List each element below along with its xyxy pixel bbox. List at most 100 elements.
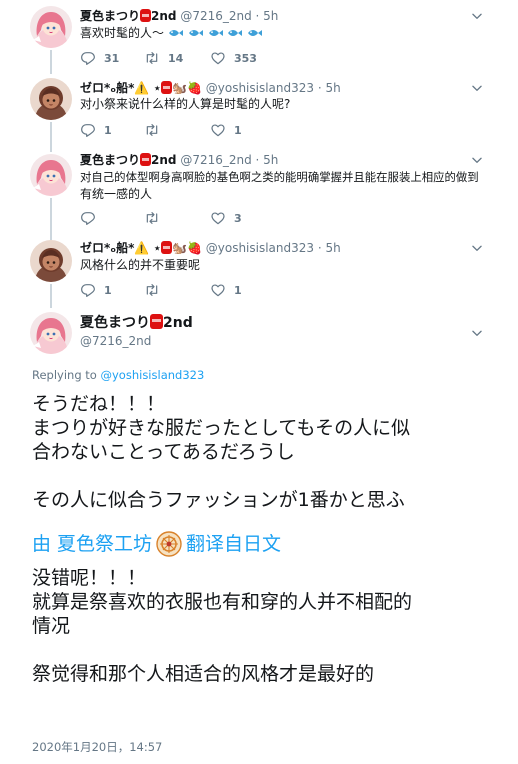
display-name[interactable]: 夏色まつり xyxy=(80,153,140,167)
lantern-emoji-icon xyxy=(140,153,152,166)
tweet-header: 夏色まつり 2nd @7216_2nd · 5h xyxy=(80,152,278,168)
like-button[interactable]: 1 xyxy=(210,122,242,138)
retweet-icon xyxy=(144,122,160,138)
heart-icon xyxy=(210,50,226,66)
tweet-text-line: 对自己的体型啊身高啊脸的基色啊之类的能明确掌握并且能在服装上相应的做到 xyxy=(80,170,479,184)
tweet-body-line: 合わないことってあるだろうし xyxy=(32,441,295,463)
like-count: 1 xyxy=(234,283,242,297)
lantern-emoji-icon xyxy=(140,9,152,22)
replying-to-link[interactable]: @yoshisisland323 xyxy=(101,368,205,382)
translation-attribution[interactable]: 由 夏色祭工坊 翻译自日文 xyxy=(32,531,281,557)
display-name-suffix: 2nd xyxy=(151,153,177,167)
like-count: 1 xyxy=(234,123,242,137)
lantern-emoji-icon xyxy=(161,81,173,94)
chevron-down-icon[interactable] xyxy=(470,326,484,340)
chevron-down-icon[interactable] xyxy=(470,153,484,167)
thread-tweet[interactable]: ゼロ*ₒ船*⚠️ ⋆ 🐿️🍓 @yoshisisland323 · 5h 风格什么… xyxy=(0,236,518,308)
tweet-text: 喜欢时髦的人～ xyxy=(80,25,480,42)
lantern-emoji-icon xyxy=(161,241,173,254)
display-name[interactable]: ゼロ*ₒ船*⚠️ ⋆ xyxy=(80,81,161,95)
reply-count: 1 xyxy=(104,123,112,137)
tweet-text: 对小祭来说什么样的人算是时髦的人呢? xyxy=(80,97,291,111)
reply-icon xyxy=(80,50,96,66)
tweet-text: 对自己的体型啊身高啊脸的基色啊之类的能明确掌握并且能在服装上相应的做到 有统一感… xyxy=(80,169,500,203)
retweet-button[interactable] xyxy=(144,210,168,226)
avatar[interactable] xyxy=(30,6,72,48)
avatar[interactable] xyxy=(30,78,72,120)
handle[interactable]: @yoshisisland323 · 5h xyxy=(206,81,341,95)
main-display-name-suffix: 2nd xyxy=(163,315,193,331)
translation-label: 翻译自日文 xyxy=(186,533,282,555)
tweet-body-line: まつりが好きな服だったとしてもその人に似 xyxy=(32,417,411,439)
retweet-icon xyxy=(144,282,160,298)
heart-icon xyxy=(210,210,226,226)
avatar[interactable] xyxy=(30,240,72,282)
like-button[interactable]: 1 xyxy=(210,282,242,298)
tweet-body-line: そうだね！！！ xyxy=(32,393,166,415)
main-avatar[interactable] xyxy=(30,312,72,354)
thread-tweet[interactable]: 夏色まつり 2nd @7216_2nd · 5h 对自己的体型啊身高啊脸的基色啊之… xyxy=(0,150,518,240)
handle[interactable]: @7216_2nd · 5h xyxy=(180,153,278,167)
like-count: 353 xyxy=(234,51,257,65)
reply-count: 1 xyxy=(104,283,112,297)
tweet-actions: 1 1 xyxy=(80,122,300,138)
reply-count: 31 xyxy=(104,51,120,65)
fish-emoji-icon xyxy=(227,27,243,39)
lantern-emoji-icon xyxy=(150,314,163,329)
handle[interactable]: @7216_2nd · 5h xyxy=(180,9,278,23)
thread-tweet[interactable]: 夏色まつり 2nd @7216_2nd · 5h 喜欢时髦的人～ 31 14 35… xyxy=(0,0,518,74)
main-display-name[interactable]: 夏色まつり 2nd xyxy=(80,313,193,333)
tweet-text-content: 喜欢时髦的人～ xyxy=(80,26,165,40)
tweet-body-line: 就算是祭喜欢的衣服也有和穿的人并不相配的 xyxy=(32,591,413,613)
tweet-actions: 31 14 353 xyxy=(80,50,300,66)
reply-icon xyxy=(80,282,96,298)
translator-logo-icon xyxy=(156,531,182,557)
chevron-down-icon[interactable] xyxy=(470,241,484,255)
tweet-header: 夏色まつり 2nd @7216_2nd · 5h xyxy=(80,8,278,24)
retweet-count: 14 xyxy=(168,51,184,65)
tweet-body-japanese: そうだね！！！ まつりが好きな服だったとしてもその人に似 合わないことってあるだ… xyxy=(32,392,502,512)
tweet-text-line: 有统一感的人 xyxy=(80,187,153,201)
display-name-suffix: 2nd xyxy=(151,9,177,23)
tweet-body-line: 祭觉得和那个人相适合的风格才是最好的 xyxy=(32,663,375,685)
chevron-down-icon[interactable] xyxy=(470,81,484,95)
tweet-actions: 3 xyxy=(80,210,300,226)
display-name[interactable]: 夏色まつり xyxy=(80,9,140,23)
like-count: 3 xyxy=(234,211,242,225)
replying-to: Replying to @yoshisisland323 xyxy=(32,368,204,382)
translation-source: 由 夏色祭工坊 xyxy=(32,533,153,555)
replying-to-label: Replying to xyxy=(32,368,97,382)
fish-emoji-icon xyxy=(247,27,263,39)
chevron-down-icon[interactable] xyxy=(470,9,484,23)
reply-icon xyxy=(80,210,96,226)
heart-icon xyxy=(210,282,226,298)
handle[interactable]: @yoshisisland323 · 5h xyxy=(206,241,341,255)
tweet-body-line: 情况 xyxy=(32,615,71,637)
reply-button[interactable]: 1 xyxy=(80,122,112,138)
retweet-icon xyxy=(144,50,160,66)
thread-tweet[interactable]: ゼロ*ₒ船*⚠️ ⋆ 🐿️🍓 @yoshisisland323 · 5h 对小祭来… xyxy=(0,74,518,150)
display-name[interactable]: ゼロ*ₒ船*⚠️ ⋆ xyxy=(80,241,161,255)
reply-button[interactable] xyxy=(80,210,104,226)
tweet-actions: 1 1 xyxy=(80,282,300,298)
tweet-timestamp[interactable]: 2020年1月20日，14:57 xyxy=(32,739,162,755)
retweet-button[interactable] xyxy=(144,282,168,298)
reply-button[interactable]: 1 xyxy=(80,282,112,298)
fish-emoji-icon xyxy=(168,27,184,39)
fish-emoji-icon xyxy=(188,27,204,39)
retweet-icon xyxy=(144,210,160,226)
tweet-header: ゼロ*ₒ船*⚠️ ⋆ 🐿️🍓 @yoshisisland323 · 5h xyxy=(80,81,341,95)
tweet-body-line: その人に似合うファッションが1番かと思ふ xyxy=(32,489,405,511)
tweet-body-translation: 没错呢！！！ 就算是祭喜欢的衣服也有和穿的人并不相配的 情况 祭觉得和那个人相适… xyxy=(32,566,502,686)
like-button[interactable]: 3 xyxy=(210,210,242,226)
retweet-button[interactable]: 14 xyxy=(144,50,183,66)
retweet-button[interactable] xyxy=(144,122,168,138)
main-handle[interactable]: @7216_2nd xyxy=(80,334,151,348)
tweet-header: ゼロ*ₒ船*⚠️ ⋆ 🐿️🍓 @yoshisisland323 · 5h xyxy=(80,241,341,255)
fish-emoji-icon xyxy=(208,27,224,39)
main-display-name-text: 夏色まつり xyxy=(80,315,150,331)
like-button[interactable]: 353 xyxy=(210,50,257,66)
avatar[interactable] xyxy=(30,154,72,196)
reply-button[interactable]: 31 xyxy=(80,50,119,66)
tweet-body-line: 没错呢！！！ xyxy=(32,567,147,589)
